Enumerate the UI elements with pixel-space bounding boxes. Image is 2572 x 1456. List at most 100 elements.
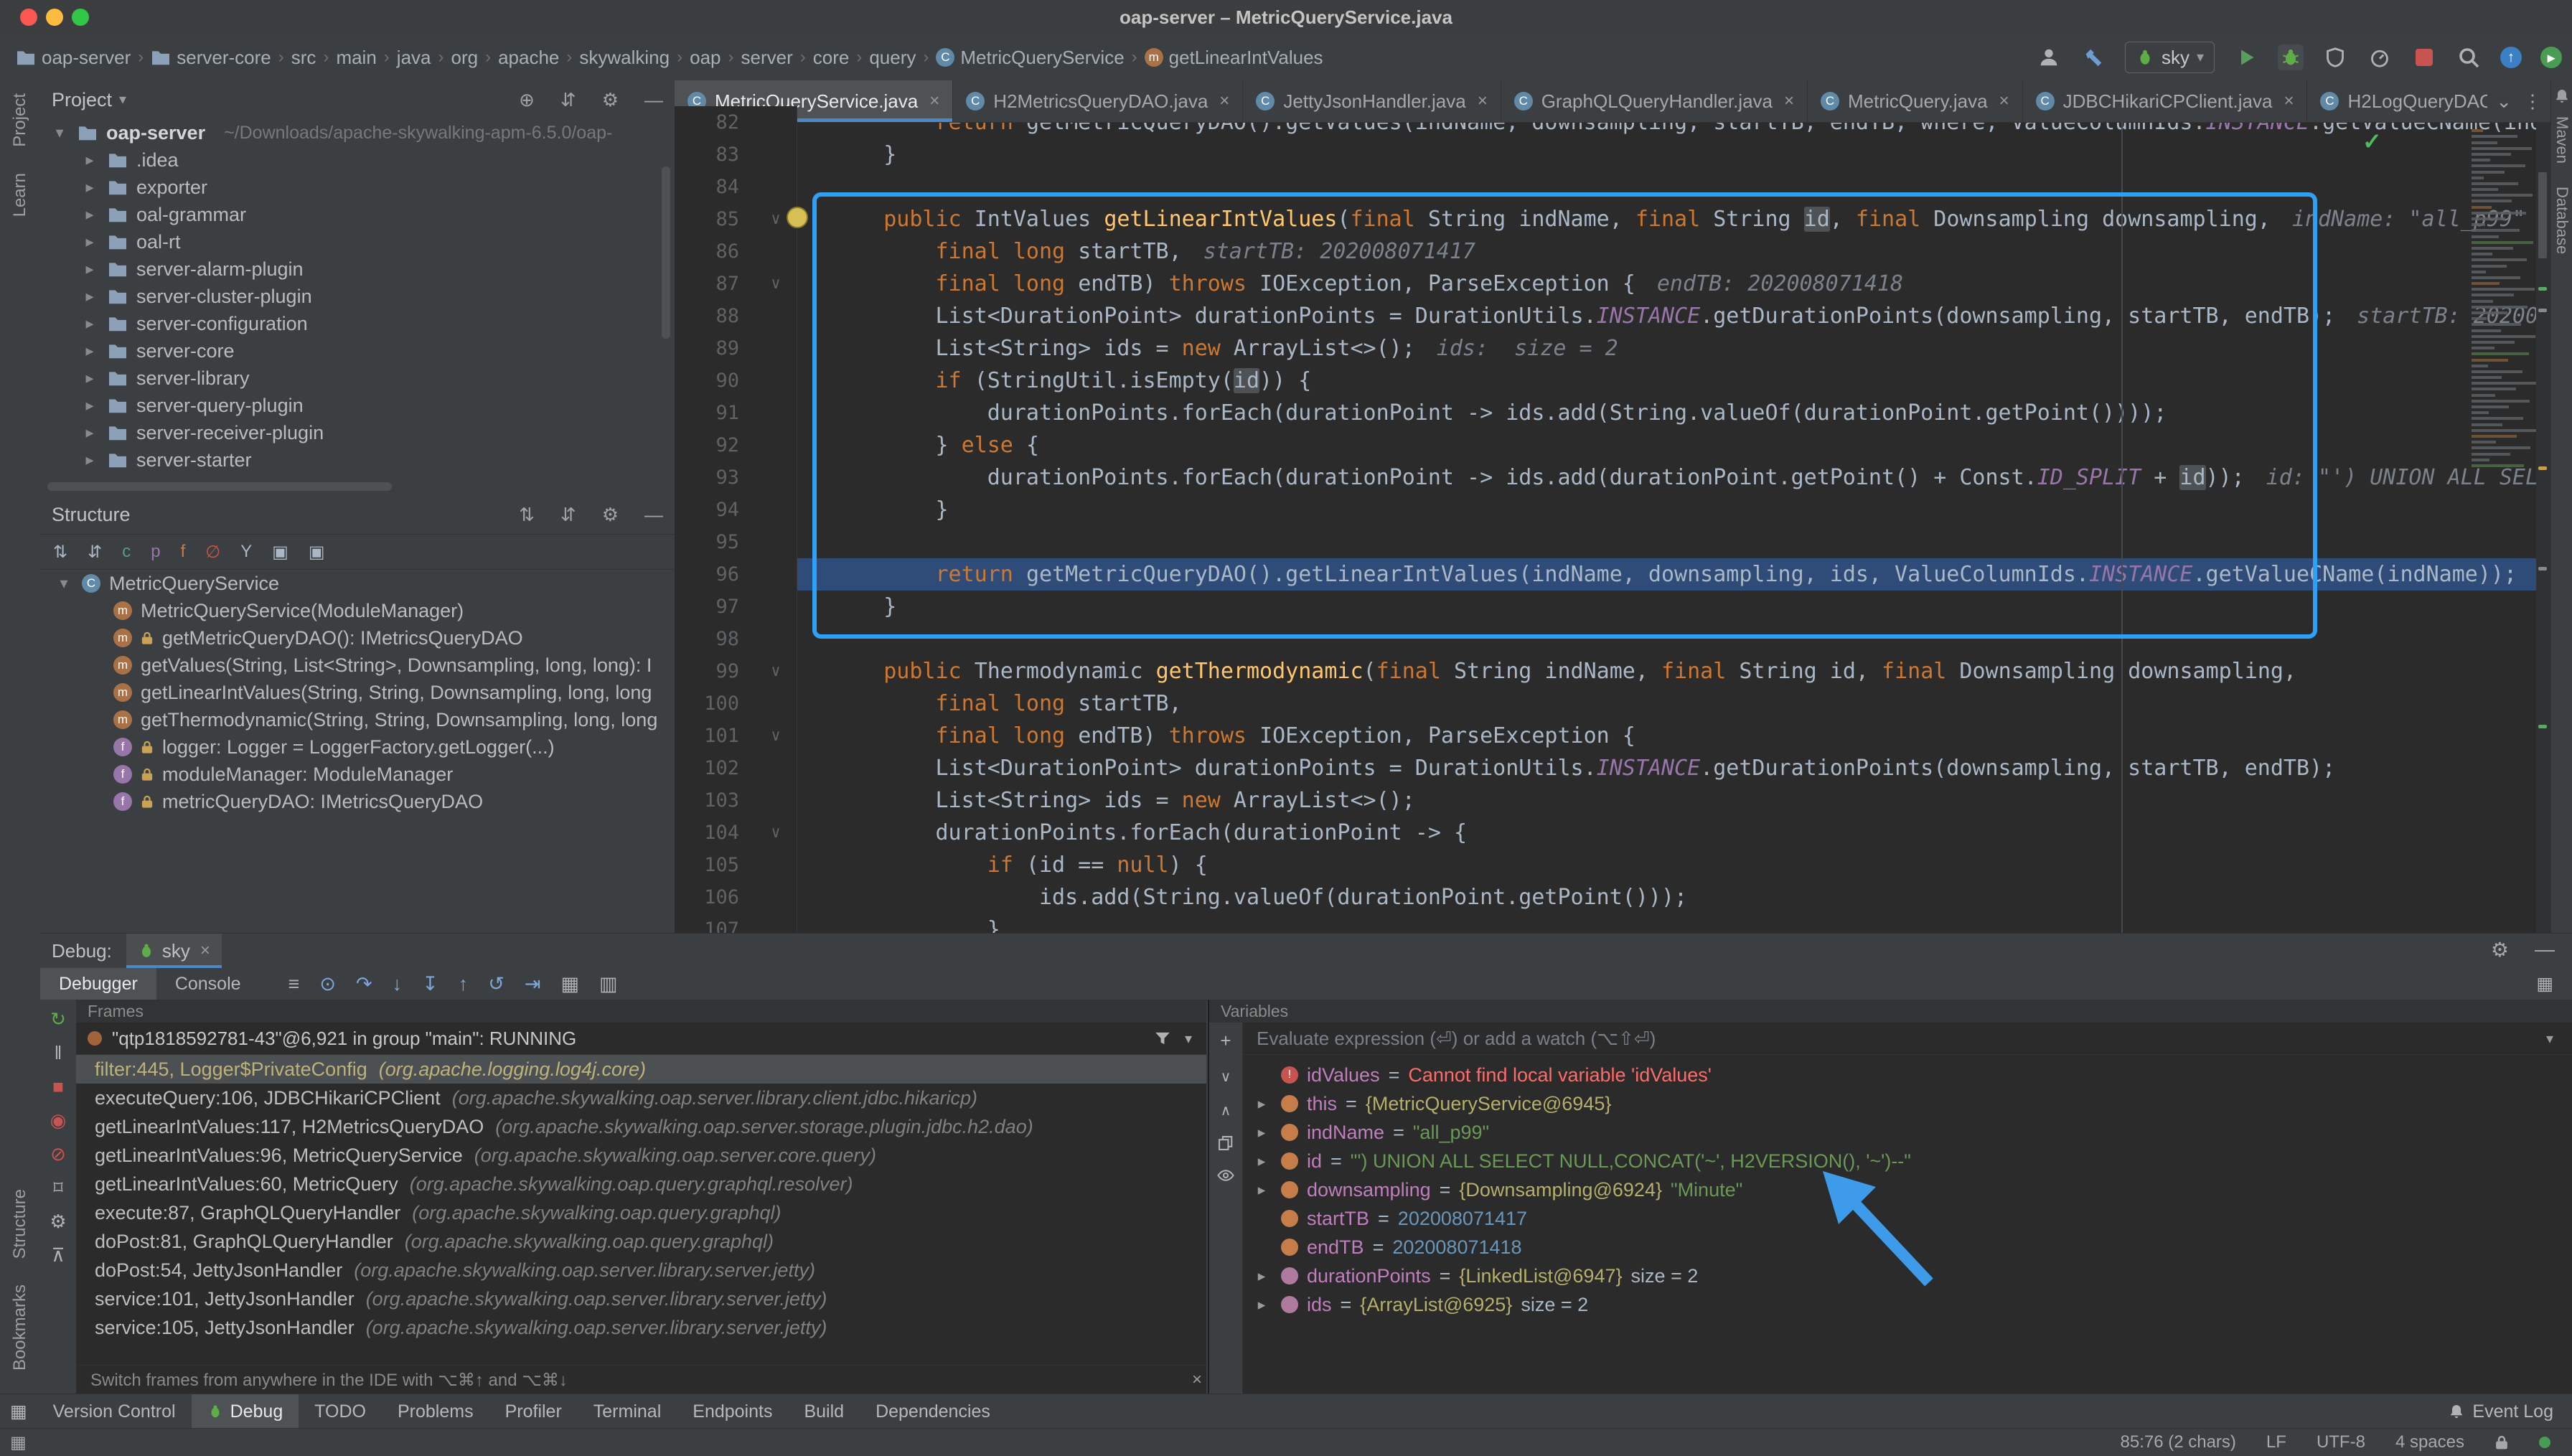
expand-caret[interactable]: ▸ (80, 178, 99, 197)
line-number[interactable]: 87 (675, 268, 755, 300)
expand-caret[interactable]: ▸ (80, 396, 99, 415)
close-icon[interactable]: × (1784, 91, 1794, 111)
search-icon[interactable] (2456, 44, 2482, 70)
intention-bulb-icon[interactable] (787, 207, 808, 228)
collapse-all-icon[interactable]: ⇵ (560, 89, 576, 111)
status-grid-icon[interactable]: ▦ (0, 1432, 27, 1453)
eye-icon[interactable] (1217, 1167, 1234, 1184)
code-line-99[interactable]: 99∨ public Thermodynamic getThermodynami… (675, 655, 2550, 687)
minimap[interactable] (2469, 126, 2538, 470)
line-number[interactable]: 93 (675, 461, 755, 494)
breadcrumb-item[interactable]: query (869, 47, 916, 69)
show-execution-point-icon[interactable]: ⊙ (319, 973, 336, 995)
fold-marker[interactable] (755, 365, 797, 397)
view-breakpoints-icon[interactable]: ◉ (50, 1109, 67, 1132)
line-number[interactable]: 102 (675, 752, 755, 784)
structure-item[interactable]: mgetMetricQueryDAO(): IMetricsQueryDAO (40, 624, 675, 652)
fold-marker[interactable] (755, 461, 797, 494)
tab-debugger[interactable]: Debugger (40, 968, 156, 1000)
fold-marker[interactable]: ∨ (755, 720, 797, 752)
structure-item[interactable]: mgetThermodynamic(String, String, Downsa… (40, 706, 675, 733)
frame-row[interactable]: filter:445, Logger$PrivateConfig(org.apa… (76, 1055, 1206, 1084)
drop-frame-icon[interactable]: ↺ (488, 973, 504, 995)
project-tree-item[interactable]: ▸server-query-plugin (40, 392, 675, 419)
code-line-106[interactable]: 106 ids.add(String.valueOf(durationPoint… (675, 881, 2550, 913)
code-line-83[interactable]: 83 } (675, 138, 2550, 171)
close-icon[interactable]: × (2284, 91, 2294, 111)
pin-icon[interactable]: ⊼ (51, 1244, 65, 1267)
user-icon[interactable] (2036, 44, 2062, 70)
breadcrumb-item[interactable]: src (291, 47, 316, 69)
structure-item[interactable]: fmoduleManager: ModuleManager (40, 761, 675, 788)
show-properties-icon[interactable]: p (151, 542, 160, 562)
variable-row-indName[interactable]: ▸indName = "all_p99" (1242, 1118, 2572, 1147)
project-tree-item[interactable]: ▸.idea (40, 146, 675, 174)
line-number[interactable]: 86 (675, 235, 755, 268)
project-root[interactable]: ▾oap-server~/Downloads/apache-skywalking… (40, 119, 675, 146)
project-tree-item[interactable]: ▸server-receiver-plugin (40, 419, 675, 446)
copy-icon[interactable] (1218, 1135, 1234, 1151)
breadcrumb-item[interactable]: skywalking (579, 47, 670, 69)
frame-row[interactable]: getLinearIntValues:96, MetricQueryServic… (76, 1141, 1206, 1170)
zoom-window-button[interactable] (72, 9, 89, 26)
evaluate-expression-field[interactable]: Evaluate expression (⏎) or add a watch (… (1242, 1023, 2572, 1055)
line-number[interactable]: 91 (675, 397, 755, 429)
tab-console[interactable]: Console (156, 968, 260, 1000)
line-number[interactable]: 107 (675, 913, 755, 933)
tool-stripe-project[interactable]: Project (10, 93, 30, 147)
expand-caret[interactable]: ▸ (80, 151, 99, 169)
toolwindow-button-version-control[interactable]: Version Control (37, 1394, 192, 1429)
build-hammer-icon[interactable] (2080, 44, 2106, 70)
variable-row-downsampling[interactable]: ▸downsampling = {Downsampling@6924} "Min… (1242, 1175, 2572, 1204)
project-horizontal-scrollbar[interactable] (47, 482, 392, 491)
structure-item[interactable]: ▾CMetricQueryService (40, 570, 675, 597)
toolwindow-button-profiler[interactable]: Profiler (489, 1394, 578, 1429)
chevron-down-icon[interactable]: ▾ (1185, 1030, 1192, 1048)
variable-row-ids[interactable]: ▸ids = {ArrayList@6925} size = 2 (1242, 1290, 2572, 1319)
fold-marker[interactable] (755, 235, 797, 268)
fold-marker[interactable] (755, 332, 797, 365)
fold-marker[interactable] (755, 397, 797, 429)
line-number[interactable]: 105 (675, 849, 755, 881)
structure-item[interactable]: mgetLinearIntValues(String, String, Down… (40, 679, 675, 706)
fold-marker[interactable] (755, 591, 797, 623)
show-anonymous-icon[interactable]: ∅ (205, 542, 220, 563)
close-icon[interactable]: × (1478, 91, 1488, 111)
expand-caret[interactable]: ▸ (80, 260, 99, 278)
fold-marker[interactable]: ∨ (755, 655, 797, 687)
hide-panel-icon[interactable]: — (2535, 938, 2555, 962)
fold-marker[interactable] (755, 913, 797, 933)
project-panel-title[interactable]: Project (52, 89, 112, 111)
toolwindow-button-debug[interactable]: Debug (192, 1394, 299, 1429)
code-line-88[interactable]: 88 List<DurationPoint> durationPoints = … (675, 300, 2550, 332)
frame-row[interactable]: doPost:81, GraphQLQueryHandler(org.apach… (76, 1227, 1206, 1256)
line-number[interactable]: 96 (675, 558, 755, 591)
line-number[interactable]: 83 (675, 138, 755, 171)
code-line-101[interactable]: 101∨ final long endTB) throws IOExceptio… (675, 720, 2550, 752)
collapse-all-icon[interactable]: ⇵ (560, 504, 576, 526)
line-number[interactable]: 98 (675, 623, 755, 655)
breadcrumb-item[interactable]: java (397, 47, 431, 69)
line-number[interactable]: 100 (675, 687, 755, 720)
fold-marker[interactable] (755, 526, 797, 558)
code-line-91[interactable]: 91 durationPoints.forEach(durationPoint … (675, 397, 2550, 429)
frame-row[interactable]: execute:87, GraphQLQueryHandler(org.apac… (76, 1198, 1206, 1227)
bell-icon[interactable] (2553, 88, 2571, 105)
mute-breakpoints-icon[interactable]: ⊘ (50, 1143, 66, 1165)
debug-button[interactable] (2278, 44, 2304, 70)
toolwindow-button-build[interactable]: Build (788, 1394, 860, 1429)
toolwindow-button-terminal[interactable]: Terminal (578, 1394, 677, 1429)
fold-marker[interactable] (755, 138, 797, 171)
code-line-104[interactable]: 104∨ durationPoints.forEach(durationPoin… (675, 817, 2550, 849)
autoscroll-from-source-icon[interactable]: ▣ (309, 542, 325, 563)
line-number[interactable]: 90 (675, 365, 755, 397)
screenshot-icon[interactable]: ⌑ (53, 1177, 62, 1199)
line-number[interactable]: 88 (675, 300, 755, 332)
close-icon[interactable]: × (929, 91, 939, 111)
frame-row[interactable]: service:101, JettyJsonHandler(org.apache… (76, 1284, 1206, 1313)
step-into-icon[interactable]: ↓ (393, 973, 403, 995)
project-vertical-scrollbar[interactable] (662, 166, 670, 339)
code-line-86[interactable]: 86 final long startTB,startTB: 202008071… (675, 235, 2550, 268)
thread-selector[interactable]: "qtp1818592781-43"@6,921 in group "main"… (76, 1023, 1206, 1055)
frame-row[interactable]: getLinearIntValues:117, H2MetricsQueryDA… (76, 1112, 1206, 1141)
